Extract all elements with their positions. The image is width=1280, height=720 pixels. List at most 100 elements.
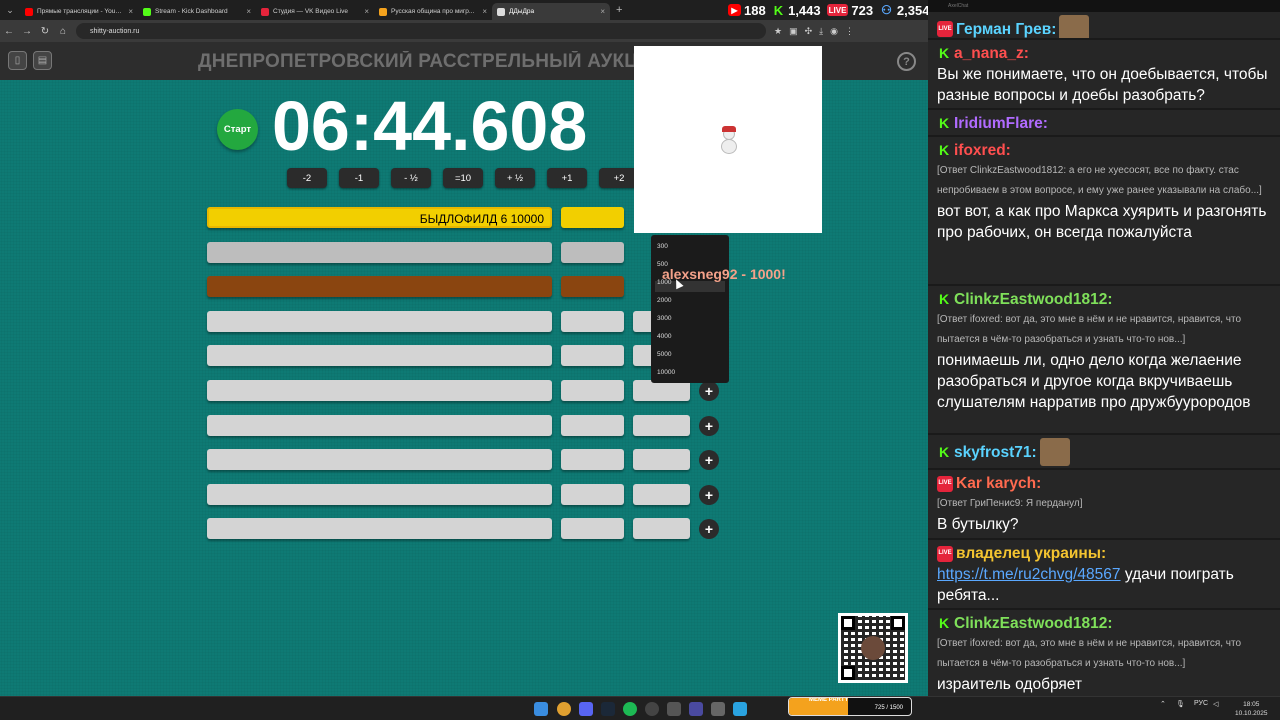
obs-icon[interactable] (645, 702, 659, 716)
amount-dropdown[interactable]: 300 500 1000 2000 3000 4000 5000 10000 (651, 235, 729, 383)
lot-name-field[interactable] (207, 310, 552, 332)
chat-username[interactable]: Герман Грев: (956, 19, 1056, 39)
spotify-icon[interactable] (623, 702, 637, 716)
lot-add-amount-field[interactable] (633, 483, 690, 505)
dropdown-option[interactable]: 10000 (657, 369, 675, 376)
url-field[interactable]: shitty-auction.ru (76, 23, 766, 39)
lot-name-field[interactable] (207, 241, 552, 263)
tray-chevron-icon[interactable]: ⌃ (1160, 700, 1166, 708)
home-icon[interactable]: ⌂ (54, 20, 72, 42)
lot-name-field[interactable] (207, 380, 552, 401)
browser-tab[interactable]: ДДыДра × (492, 3, 610, 20)
time-adjust-button[interactable]: - ½ (391, 168, 431, 188)
media-icon[interactable] (689, 702, 703, 716)
lot-add-amount-field[interactable] (633, 380, 690, 401)
discord-icon[interactable] (579, 702, 593, 716)
new-tab-button[interactable]: + (610, 4, 628, 16)
tab-close-icon[interactable]: × (482, 7, 487, 16)
clock[interactable]: 18:05 10.10.2025 (1235, 700, 1268, 718)
start-menu-icon[interactable] (534, 702, 548, 716)
mic-icon[interactable]: 🎙 (1176, 700, 1185, 708)
chat-username[interactable]: skyfrost71: (954, 442, 1037, 463)
chat-username[interactable]: IridiumFlare: (954, 113, 1048, 134)
time-adjust-button[interactable]: -2 (287, 168, 327, 188)
lot-amount-field[interactable] (561, 380, 624, 401)
dropdown-option[interactable]: 5000 (657, 351, 671, 358)
add-amount-button[interactable]: + (699, 415, 719, 436)
lot-amount-field[interactable] (561, 241, 624, 263)
steam-icon[interactable] (601, 702, 615, 716)
chrome-icon[interactable] (557, 702, 571, 716)
chat-username[interactable]: Kar karych: (956, 473, 1041, 494)
lot-amount-field[interactable] (561, 483, 624, 505)
chat-link[interactable]: https://t.me/ru2chvg/48567 (937, 566, 1121, 583)
lot-name-field[interactable] (207, 518, 552, 540)
lot-amount-field[interactable] (561, 414, 624, 436)
lot-add-amount-field[interactable] (633, 414, 690, 436)
chat-message: Kskyfrost71: (928, 435, 1280, 468)
tab-search-icon[interactable]: ⌄ (0, 0, 20, 20)
lot-amount-field[interactable] (561, 207, 624, 228)
browser-tab[interactable]: Студия — VK Видео Live × (256, 3, 374, 20)
forward-icon[interactable]: → (18, 20, 36, 42)
browser-tab[interactable]: Русская община про мигр... × (374, 3, 492, 20)
dropdown-option[interactable]: 300 (657, 243, 668, 250)
explorer-icon[interactable] (711, 702, 725, 716)
tab-close-icon[interactable]: × (128, 7, 133, 16)
lot-name-field[interactable] (207, 414, 552, 436)
reload-icon[interactable]: ↻ (36, 20, 54, 42)
lot-name-field[interactable] (207, 276, 552, 298)
chat-username[interactable]: ClinkzEastwood1812: (954, 613, 1113, 634)
chat-username[interactable]: владелец украины: (956, 543, 1106, 564)
app-icon[interactable] (667, 702, 681, 716)
browser-tab[interactable]: Stream - Kick Dashboard × (138, 3, 256, 20)
dropdown-option[interactable]: 3000 (657, 315, 671, 322)
chat-username[interactable]: a_nana_z: (954, 43, 1029, 64)
extensions-puzzle-icon[interactable]: ✣ (805, 26, 813, 37)
time-adjust-button[interactable]: +2 (599, 168, 639, 188)
add-amount-button[interactable]: + (699, 381, 719, 401)
dropdown-option[interactable]: 4000 (657, 333, 671, 340)
tab-close-icon[interactable]: × (364, 7, 369, 16)
time-adjust-button[interactable]: + ½ (495, 168, 535, 188)
add-amount-button[interactable]: + (699, 450, 719, 471)
add-amount-button[interactable]: + (699, 519, 719, 540)
tab-close-icon[interactable]: × (600, 7, 605, 16)
time-adjust-button[interactable]: -1 (339, 168, 379, 188)
chat-username[interactable]: ifoxred: (954, 140, 1011, 161)
lot-amount-field[interactable] (561, 449, 624, 471)
lot-amount-field[interactable] (561, 310, 624, 332)
telegram-icon[interactable] (733, 702, 747, 716)
lang-indicator[interactable]: РУС (1194, 700, 1208, 707)
chat-message: Kifoxred: [Ответ ClinkzEastwood1812: а ег… (928, 137, 1280, 284)
dropdown-option[interactable]: 2000 (657, 297, 671, 304)
time-adjust-button[interactable]: =10 (443, 168, 483, 188)
lot-name-field[interactable] (207, 345, 552, 367)
chat-username[interactable]: ClinkzEastwood1812: (954, 289, 1113, 310)
sidebar-toggle-icon[interactable]: ▯ (8, 51, 27, 70)
help-icon[interactable]: ? (897, 52, 916, 71)
lot-name-field[interactable] (207, 449, 552, 471)
lot-amount-field[interactable] (561, 345, 624, 367)
lot-add-amount-field[interactable] (633, 518, 690, 540)
lot-amount-field[interactable] (561, 518, 624, 540)
lot-add-amount-field[interactable] (633, 449, 690, 471)
browser-tab[interactable]: Прямые трансляции - YouTube × (20, 3, 138, 20)
add-amount-button[interactable]: + (699, 484, 719, 505)
download-icon[interactable]: ⤓ (819, 26, 823, 37)
chat-text: https://t.me/ru2chvg/48567 удачи поиграт… (937, 564, 1271, 606)
menu-icon[interactable]: ⋮ (845, 26, 854, 37)
back-icon[interactable]: ← (0, 20, 18, 42)
time-adjust-button[interactable]: +1 (547, 168, 587, 188)
start-button[interactable]: Старт (217, 109, 258, 150)
extension-icon[interactable]: ▣ (789, 26, 798, 37)
tab-close-icon[interactable]: × (246, 7, 251, 16)
profile-icon[interactable]: ◉ (830, 26, 838, 37)
lot-name-field[interactable] (207, 483, 552, 505)
lot-amount-field[interactable] (561, 276, 624, 298)
speaker-icon[interactable]: ◁ (1213, 700, 1218, 708)
lot-name-field[interactable]: БЫДЛОФИЛД 6 10000 (207, 207, 552, 228)
meme-party-count: 725 / 1500 (874, 705, 903, 711)
save-icon[interactable]: ▤ (33, 51, 52, 70)
bookmark-star-icon[interactable]: ★ (774, 26, 782, 37)
